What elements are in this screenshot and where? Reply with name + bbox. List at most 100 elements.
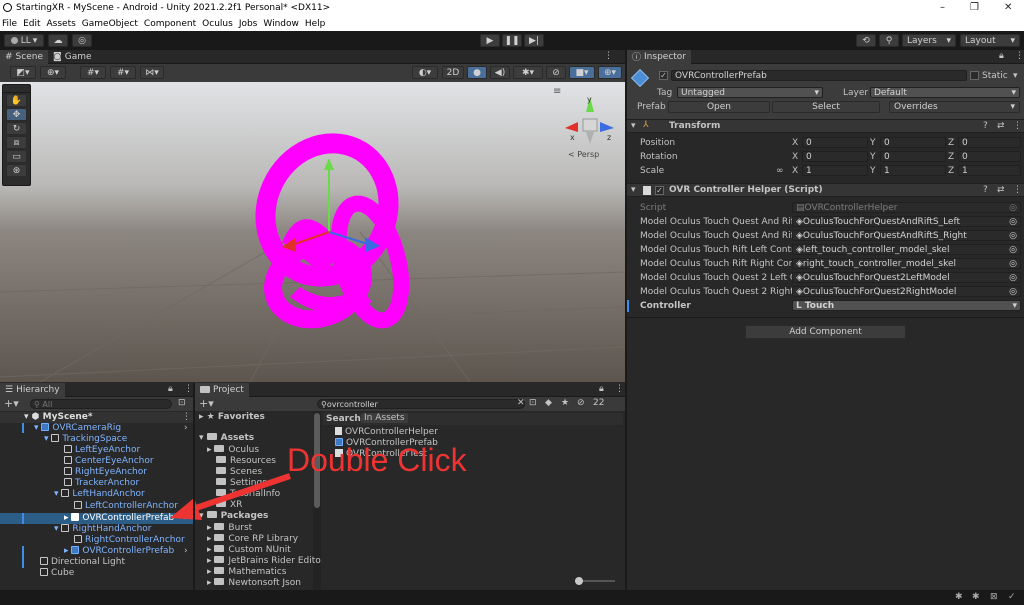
scale-y-field[interactable]: 1 xyxy=(880,165,946,176)
preset-icon[interactable]: ⇄ xyxy=(997,121,1005,131)
hierarchy-item-righthandanchor[interactable]: ▾ RightHandAnchor xyxy=(54,524,152,535)
chevron-right-icon[interactable]: › xyxy=(184,423,188,433)
gizmos-dropdown[interactable]: ⊕▾ xyxy=(598,66,622,79)
project-search-input[interactable]: ⚲ovrcontroller xyxy=(317,399,525,409)
hierarchy-item-ovrcamerarig[interactable]: ▾ OVRCameraRig xyxy=(34,423,121,434)
panel-menu-icon[interactable]: ⋮ xyxy=(615,384,624,394)
scale-x-field[interactable]: 1 xyxy=(802,165,868,176)
component-enabled-checkbox[interactable]: ✓ xyxy=(655,186,664,195)
tag-dropdown[interactable]: Untagged ▾ xyxy=(677,87,823,98)
hierarchy-item-centereyeanchor[interactable]: CenterEyeAnchor xyxy=(64,456,154,467)
lock-icon[interactable]: 🔒︎ xyxy=(599,384,604,394)
layers-dropdown[interactable]: Layers ▾ xyxy=(902,34,956,47)
constrain-link-icon[interactable]: ∞ xyxy=(776,166,784,176)
tree-item-mathematics[interactable]: ▸ Mathematics xyxy=(207,567,286,578)
step-button[interactable]: ▶| xyxy=(524,34,544,47)
tree-item-newtonsoft-json[interactable]: ▸ Newtonsoft Json xyxy=(207,578,301,589)
model-quest-rifts-left-field[interactable]: ◈OculusTouchForQuestAndRiftS_Left ◎ xyxy=(792,216,1021,227)
draw-mode-dropdown[interactable]: ◩▾ xyxy=(10,66,36,79)
tab-inspector[interactable]: ⓘ Inspector xyxy=(627,49,691,64)
object-name-field[interactable]: OVRControllerPrefab xyxy=(671,70,967,81)
progress-icon[interactable]: ✱ xyxy=(972,592,980,602)
hierarchy-item-righteyeanchor[interactable]: RightEyeAnchor xyxy=(64,467,147,478)
active-checkbox[interactable]: ✓ xyxy=(659,71,668,80)
add-icon[interactable]: +▾ xyxy=(4,397,19,410)
model-quest2-left-field[interactable]: ◈OculusTouchForQuest2LeftModel ◎ xyxy=(792,272,1021,283)
tab-game[interactable]: ◙ Game xyxy=(48,50,97,64)
perspective-label[interactable]: < Persp xyxy=(568,150,599,159)
lighting-toggle[interactable]: ● xyxy=(467,66,487,79)
create-icon[interactable]: +▾ xyxy=(199,397,214,410)
menu-window[interactable]: Window xyxy=(263,19,299,29)
tab-project[interactable]: Project xyxy=(195,382,249,397)
favorite-icon[interactable]: ★ xyxy=(561,398,569,408)
controller-dropdown[interactable]: L Touch ▾ xyxy=(792,300,1021,311)
clear-search-icon[interactable]: ✕ xyxy=(517,398,525,408)
panel-menu-icon[interactable]: ⋮ xyxy=(1015,51,1024,61)
lock-icon[interactable]: 🔒︎ xyxy=(168,384,173,394)
tree-item-assets[interactable]: ▾ Assets xyxy=(199,433,254,444)
model-quest2-right-field[interactable]: ◈OculusTouchForQuest2RightModel ◎ xyxy=(792,286,1021,297)
hand-tool-button[interactable]: ✋ xyxy=(6,94,27,107)
hierarchy-item-lefteyeanchor[interactable]: LeftEyeAnchor xyxy=(64,445,140,456)
hierarchy-item-trackingspace[interactable]: ▾ TrackingSpace xyxy=(44,434,127,445)
label-icon[interactable]: ◆ xyxy=(545,398,552,408)
scene-viewport[interactable]: y x z < Persp ≡ ✋ ✥ ↻ ⧈ ▭ ⊛ xyxy=(0,82,625,382)
tree-item-resources[interactable]: Resources xyxy=(216,456,276,467)
audio-toggle[interactable]: ◀) xyxy=(490,66,510,79)
tree-item-core-rp-library[interactable]: ▸ Core RP Library xyxy=(207,534,298,545)
icon-size-slider-thumb[interactable] xyxy=(575,577,583,585)
menu-file[interactable]: File xyxy=(2,19,17,29)
scene-menu-icon[interactable]: ⋮ xyxy=(182,412,191,422)
tree-item-oculus[interactable]: ▸ Oculus xyxy=(207,445,259,456)
pause-button[interactable]: ❚❚ xyxy=(502,34,522,47)
maximize-button[interactable]: ❐ xyxy=(970,2,979,13)
visibility-toggle[interactable]: ⊘ xyxy=(546,66,566,79)
hierarchy-item-rightcontrolleranchor[interactable]: RightControllerAnchor xyxy=(74,535,185,546)
search-by-type-icon[interactable]: ⊡ xyxy=(529,398,537,408)
hierarchy-item-myscene[interactable]: ▾ ⬢ MyScene* xyxy=(24,412,93,423)
rotation-z-field[interactable]: 0 xyxy=(958,151,1021,162)
lock-icon[interactable]: 🔒︎ xyxy=(999,51,1004,61)
component-menu-icon[interactable]: ⋮ xyxy=(1013,121,1022,131)
overlay-menu-icon[interactable]: ≡ xyxy=(553,86,561,97)
scale-tool-button[interactable]: ⧈ xyxy=(6,136,27,149)
tab-hierarchy[interactable]: ☰ Hierarchy xyxy=(0,382,65,397)
layer-dropdown[interactable]: Default ▾ xyxy=(870,87,1020,98)
preset-icon[interactable]: ⇄ xyxy=(997,185,1005,195)
rotate-tool-button[interactable]: ↻ xyxy=(6,122,27,135)
prefab-select-button[interactable]: Select xyxy=(772,101,880,113)
hierarchy-item-ovrcontrollerprefab-left[interactable]: ▸ OVRControllerPrefab xyxy=(64,513,174,524)
debug-icon[interactable]: ✱ xyxy=(955,592,963,602)
increment-dropdown[interactable]: ⋈▾ xyxy=(140,66,164,79)
account-dropdown[interactable]: LL ▾ xyxy=(4,34,44,47)
global-dropdown[interactable]: ⊕▾ xyxy=(40,66,66,79)
2d-toggle[interactable]: 2D xyxy=(442,66,464,79)
cloud-button[interactable]: ☁ xyxy=(48,34,68,47)
menu-assets[interactable]: Assets xyxy=(47,19,76,29)
collab-button[interactable]: ◎ xyxy=(72,34,92,47)
model-quest-rifts-right-field[interactable]: ◈OculusTouchForQuestAndRiftS_Right ◎ xyxy=(792,230,1021,241)
tree-item-favorites[interactable]: ▸ ★ Favorites xyxy=(199,412,265,423)
play-button[interactable]: ▶ xyxy=(480,34,500,47)
menu-oculus[interactable]: Oculus xyxy=(202,19,233,29)
layout-dropdown[interactable]: Layout ▾ xyxy=(960,34,1020,47)
history-button[interactable]: ⟲ xyxy=(856,34,876,47)
panel-menu-icon[interactable]: ⋮ xyxy=(184,384,193,394)
prefab-open-button[interactable]: Open xyxy=(668,101,770,113)
model-rift-right-field[interactable]: ◈right_touch_controller_model_skel ◎ xyxy=(792,258,1021,269)
help-icon[interactable]: ? xyxy=(983,121,988,131)
search-button[interactable]: ⚲ xyxy=(879,34,899,47)
minimize-button[interactable]: – xyxy=(940,2,945,13)
rotation-x-field[interactable]: 0 xyxy=(802,151,868,162)
hierarchy-item-directional-light[interactable]: Directional Light xyxy=(40,557,125,568)
camera-dropdown[interactable]: ■▾ xyxy=(569,66,595,79)
hierarchy-item-trackeranchor[interactable]: TrackerAnchor xyxy=(64,478,139,489)
prefab-overrides-dropdown[interactable]: Overrides ▾ xyxy=(889,101,1020,113)
hierarchy-item-ovrcontrollerprefab-right[interactable]: ▸ OVRControllerPrefab xyxy=(64,546,174,557)
search-scope-in-assets[interactable]: In Assets xyxy=(361,413,408,423)
chevron-down-icon[interactable]: ▾ xyxy=(1013,71,1018,81)
cache-icon[interactable]: ⊠ xyxy=(990,592,998,602)
chevron-right-icon[interactable]: › xyxy=(184,546,188,556)
model-rift-left-field[interactable]: ◈left_touch_controller_model_skel ◎ xyxy=(792,244,1021,255)
